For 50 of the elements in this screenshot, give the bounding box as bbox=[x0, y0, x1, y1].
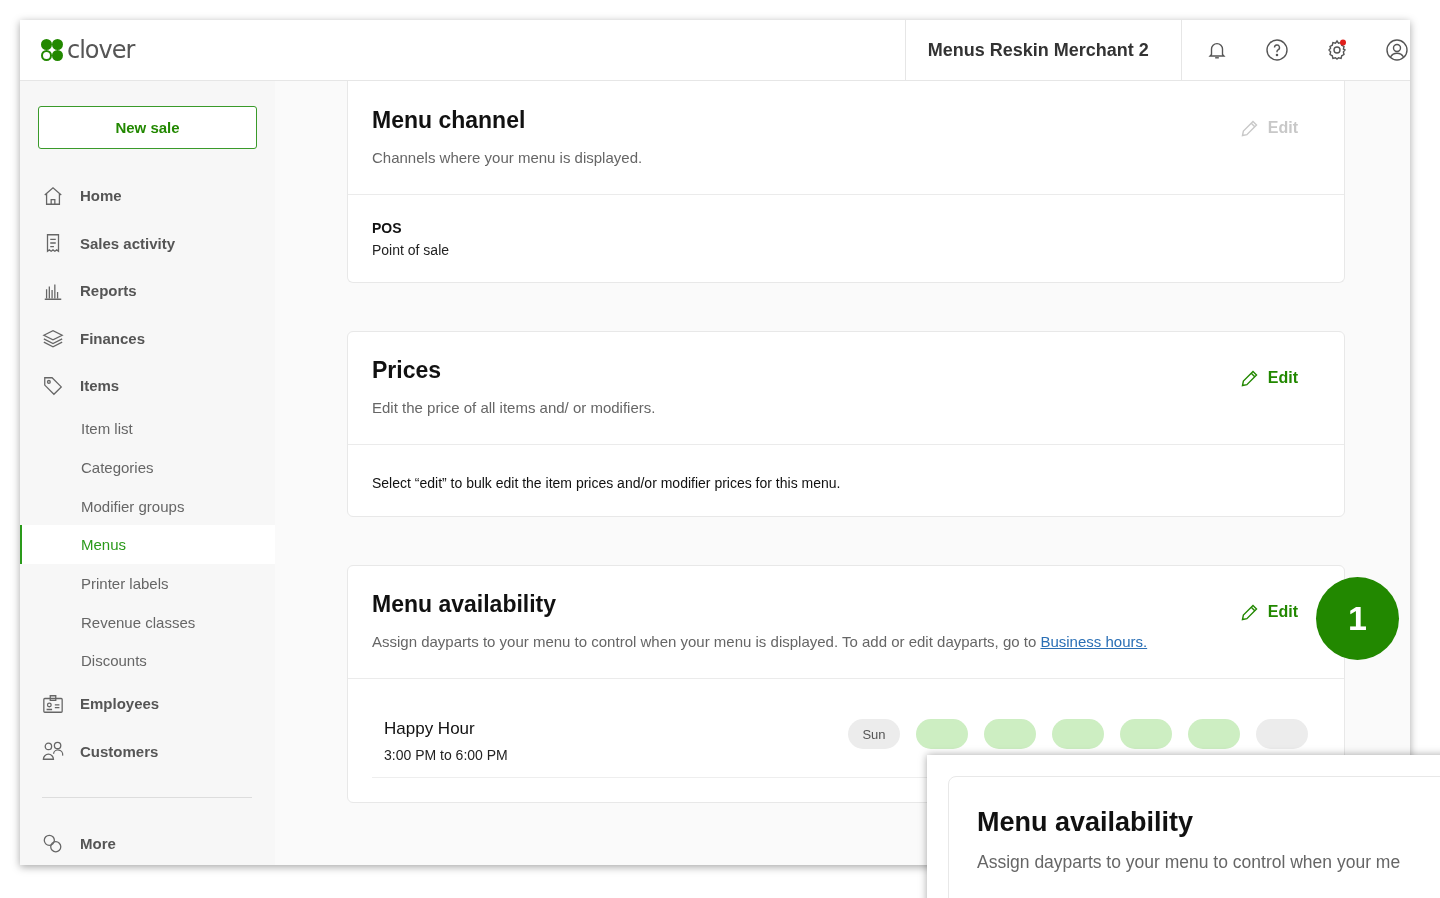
house-icon bbox=[42, 184, 64, 207]
card-description: Edit the price of all items and/ or modifiers. bbox=[372, 398, 656, 418]
sidebar-item[interactable]: Employees bbox=[20, 680, 275, 728]
new-sale-button[interactable]: New sale bbox=[38, 106, 257, 149]
sidebar-item[interactable]: Reports bbox=[20, 266, 275, 315]
card-description: Assign dayparts to your menu to control when your menu is displayed. To add or edit dayparts, go to Business hours. bbox=[372, 632, 1148, 652]
sidebar-subitem[interactable]: Modifier groups bbox=[20, 486, 275, 526]
day-chip[interactable] bbox=[984, 719, 1036, 749]
stack-icon bbox=[42, 327, 64, 350]
day-chip[interactable]: Sun bbox=[848, 719, 900, 749]
sidebar-item[interactable]: Items bbox=[20, 361, 275, 410]
merchant-name[interactable]: Menus Reskin Merchant 2 bbox=[904, 20, 1182, 80]
prices-note: Select “edit” to bulk edit the item prices and/or modifier prices for this menu. bbox=[372, 475, 842, 491]
card-title: Prices bbox=[372, 357, 443, 384]
day-chip[interactable] bbox=[1052, 719, 1104, 749]
brand-name: clover bbox=[67, 36, 135, 64]
tag-icon bbox=[42, 374, 64, 397]
daypart-time: 3:00 PM to 6:00 PM bbox=[384, 747, 508, 763]
card-title: Menu availability bbox=[372, 591, 558, 618]
sidebar-item[interactable]: Home bbox=[20, 171, 275, 220]
callout-title: Menu availability bbox=[977, 807, 1195, 838]
sidebar-item[interactable]: Sales activity bbox=[20, 219, 275, 267]
edit-button[interactable]: Edit bbox=[1232, 599, 1304, 625]
daypart-name: Happy Hour bbox=[384, 719, 476, 739]
card-title: Menu channel bbox=[372, 107, 527, 134]
day-chip[interactable] bbox=[916, 719, 968, 749]
sidebar-subitem[interactable]: Item list bbox=[20, 409, 275, 448]
business-hours-link[interactable]: Business hours. bbox=[1040, 633, 1148, 650]
account-icon[interactable] bbox=[1384, 37, 1410, 63]
clover-logo-icon bbox=[40, 38, 64, 62]
sidebar-item[interactable]: Customers bbox=[20, 727, 275, 776]
help-icon[interactable] bbox=[1264, 37, 1290, 63]
edit-button[interactable]: Edit bbox=[1232, 365, 1304, 391]
sidebar-item[interactable]: More bbox=[20, 822, 275, 865]
sidebar-subitem[interactable]: Revenue classes bbox=[20, 602, 275, 642]
day-chip[interactable] bbox=[1120, 719, 1172, 749]
people-icon bbox=[42, 740, 64, 763]
sidebar-subitem[interactable]: Discounts bbox=[20, 641, 275, 681]
day-chip[interactable] bbox=[1256, 719, 1308, 749]
sidebar-subitem[interactable]: Categories bbox=[20, 448, 275, 487]
id-badge-icon bbox=[42, 692, 64, 715]
sidebar-subitem[interactable]: Menus bbox=[20, 525, 275, 565]
channel-detail: Point of sale bbox=[372, 242, 451, 258]
channel-name: POS bbox=[372, 220, 403, 236]
card-description: Channels where your menu is displayed. bbox=[372, 148, 643, 168]
sidebar-item[interactable]: Finances bbox=[20, 314, 275, 362]
rings-icon bbox=[42, 832, 64, 855]
day-chip[interactable] bbox=[1188, 719, 1240, 749]
callout-description: Assign dayparts to your menu to control when your me bbox=[977, 852, 1402, 873]
sidebar-subitem[interactable]: Printer labels bbox=[20, 564, 275, 603]
